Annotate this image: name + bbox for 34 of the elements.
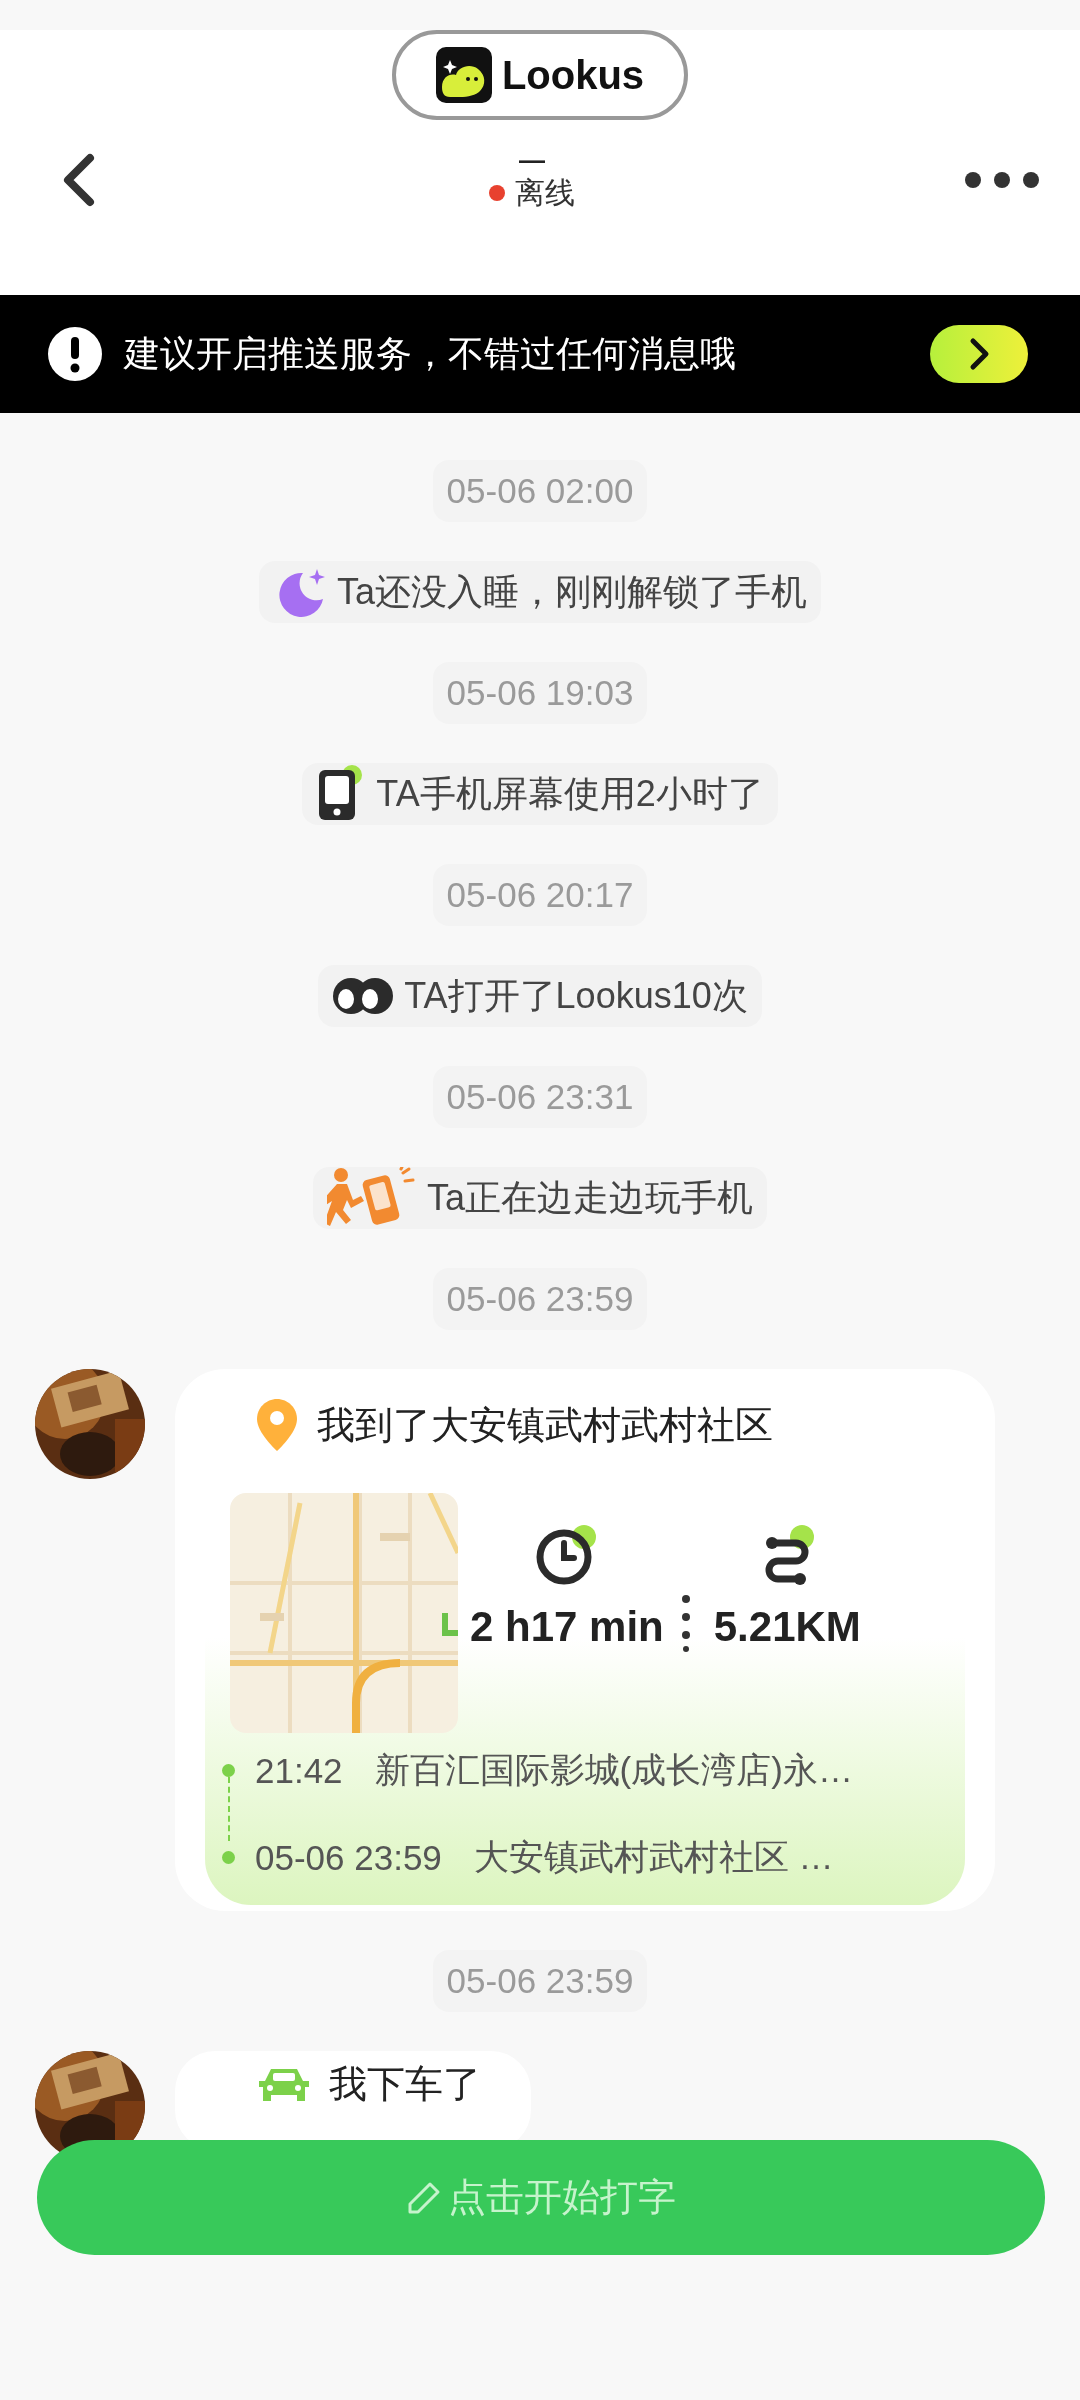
stop-place: 大安镇武村武村社区 … [473,1836,834,1878]
dotted-divider [681,1593,690,1653]
trip-duration: 2 h17 min [470,1603,664,1651]
banner-text: 建议开启推送服务，不错过任何消息哦 [124,331,737,376]
timestamp: 05-06 20:17 [432,864,648,926]
notice-text: TA手机屏幕使用2小时了 [376,771,764,816]
enable-push-button[interactable] [930,325,1028,383]
more-button[interactable] [964,171,1040,189]
trip-title: 我到了大安镇武村武村社区 [317,1402,773,1448]
stop-place: 新百汇国际影城(成长湾店)永… [374,1749,853,1791]
notice-text: Ta还没入睡，刚刚解锁了手机 [337,569,807,614]
trip-distance: 5.21KM [713,1603,861,1651]
chevron-right-icon [968,337,990,371]
walking-phone-icon [327,1167,417,1229]
notice-text: Ta正在边走边玩手机 [427,1175,753,1220]
stop-time: 05-06 23:59 [255,1837,442,1878]
timestamp: 05-06 23:59 [432,1268,648,1330]
trip-card[interactable]: 我到了大安镇武村武村社区 2 h17 min 5.21KM 21:42 新百汇国际影城(成长湾店)永… 05-06 23:59 大安镇武村武村社区 … [175,1369,995,1911]
timestamp: 05-06 23:31 [432,1066,648,1128]
message-text: 我下车了 [329,2062,481,2107]
app-logo-icon [435,47,492,103]
location-pin-icon [255,1397,299,1453]
route-stop-dot [222,1851,235,1864]
contact-name: — [519,146,545,173]
app-name: Lookus [501,52,645,98]
timestamp: 05-06 23:59 [432,1950,648,2012]
route-stop-dot [222,1764,235,1777]
notice-text: TA打开了Lookus10次 [404,973,748,1018]
stop-time: 21:42 [255,1750,343,1791]
more-dots-icon [964,171,1040,189]
timestamp: 05-06 19:03 [432,662,648,724]
alert-icon [48,327,102,381]
status-text: 离线 [515,174,575,211]
timestamp: 05-06 02:00 [432,460,648,522]
